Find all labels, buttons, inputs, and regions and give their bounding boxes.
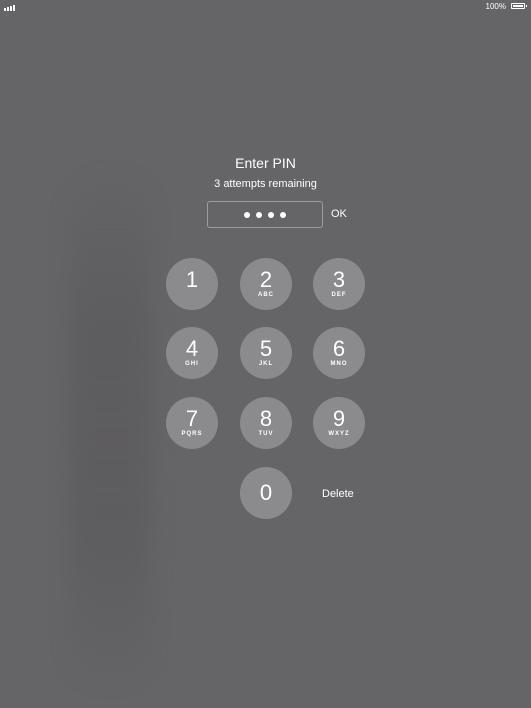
- key-6[interactable]: 6 MNO: [313, 327, 365, 379]
- key-7[interactable]: 7 PQRS: [166, 397, 218, 449]
- pin-dot: [244, 211, 250, 218]
- key-letters: PQRS: [181, 431, 203, 437]
- pin-title: Enter PIN: [235, 155, 296, 171]
- ok-button[interactable]: OK: [331, 207, 347, 221]
- key-9[interactable]: 9 WXYZ: [313, 397, 365, 449]
- pin-dot: [268, 211, 274, 218]
- key-digit: 0: [259, 480, 273, 505]
- key-letters: GHI: [185, 361, 199, 367]
- key-digit: 1: [185, 267, 199, 292]
- key-1[interactable]: 1: [166, 258, 218, 310]
- key-letters: JKL: [258, 361, 274, 367]
- key-4[interactable]: 4 GHI: [166, 327, 218, 379]
- key-letters: TUV: [258, 431, 274, 437]
- delete-button[interactable]: Delete: [322, 487, 354, 501]
- key-digit: 7: [185, 406, 199, 431]
- pin-dot: [256, 211, 262, 218]
- background-blur: [70, 170, 150, 690]
- key-digit: 4: [185, 336, 199, 361]
- key-digit: 8: [259, 406, 273, 431]
- key-digit: 2: [259, 267, 273, 292]
- key-3[interactable]: 3 DEF: [313, 258, 365, 310]
- pin-dot: [280, 211, 286, 218]
- battery-full-icon: [511, 3, 527, 9]
- attempts-remaining-text: 3 attempts remaining: [214, 178, 317, 190]
- signal-bars-icon: [4, 4, 15, 11]
- key-digit: 5: [259, 336, 273, 361]
- status-bar: 100%: [0, 0, 531, 14]
- key-letters: ABC: [258, 292, 274, 298]
- key-8[interactable]: 8 TUV: [240, 397, 292, 449]
- key-digit: 3: [332, 267, 346, 292]
- battery-percentage: 100%: [485, 2, 506, 11]
- key-0[interactable]: 0: [240, 467, 292, 519]
- pin-input-field[interactable]: [207, 201, 323, 228]
- key-letters: WXYZ: [328, 431, 350, 437]
- key-letters: MNO: [330, 361, 348, 367]
- key-letters: DEF: [331, 292, 347, 298]
- key-digit: 6: [332, 336, 346, 361]
- key-2[interactable]: 2 ABC: [240, 258, 292, 310]
- key-5[interactable]: 5 JKL: [240, 327, 292, 379]
- key-digit: 9: [332, 406, 346, 431]
